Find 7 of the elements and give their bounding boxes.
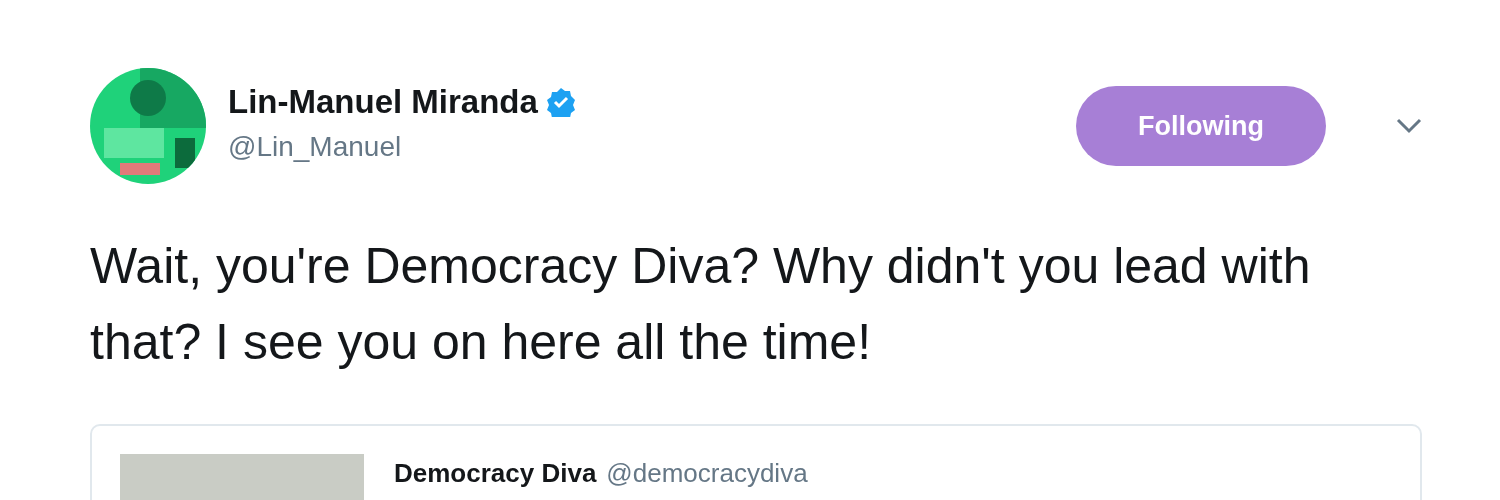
quoted-tweet-card[interactable]: Democracy Diva @democracydiva xyxy=(90,424,1422,500)
quoted-author-handle: @democracydiva xyxy=(606,458,808,489)
chevron-down-icon[interactable] xyxy=(1396,118,1422,134)
author-handle[interactable]: @Lin_Manuel xyxy=(228,131,1054,163)
author-name[interactable]: Lin-Manuel Miranda xyxy=(228,83,538,121)
tweet-text: Wait, you're Democracy Diva? Why didn't you lead with that? I see you on here all the time! xyxy=(90,237,1312,372)
quoted-author-name: Democracy Diva xyxy=(394,458,597,489)
